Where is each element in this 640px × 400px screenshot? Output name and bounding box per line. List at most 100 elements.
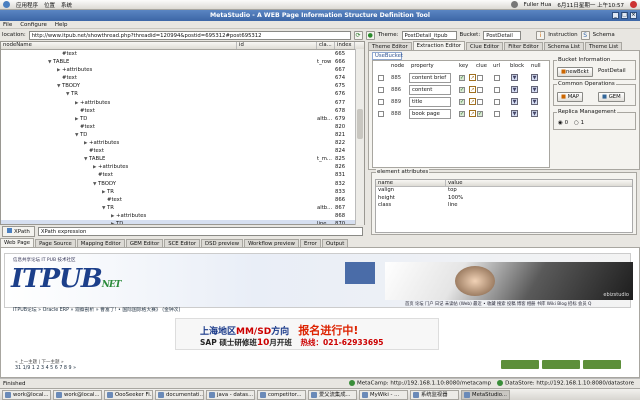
- top-menu-2[interactable]: 系统: [61, 1, 72, 9]
- property-field[interactable]: content brief: [409, 73, 451, 83]
- tree-node[interactable]: #text: [75, 123, 95, 131]
- top-menu-0[interactable]: 应用程序: [16, 1, 38, 9]
- site-nav[interactable]: 首页 论坛 门户 日记 未读帖 (Web) 最近 • 收藏 搜索 投稿 博客 相…: [405, 301, 591, 307]
- breadcrumb[interactable]: ITPUB论坛 » Oracle ERP » 观察剖析 » 曹富了! • 国际国…: [13, 306, 180, 313]
- tab-web-page[interactable]: Web Page: [0, 238, 35, 247]
- col-nodename[interactable]: nodeName: [1, 42, 237, 49]
- tree-row[interactable]: #text 824: [1, 147, 364, 155]
- attribute-row[interactable]: valign top: [376, 187, 632, 195]
- taskbar-item[interactable]: OooSeeker Fi...: [104, 389, 153, 400]
- tree-row[interactable]: #text 674: [1, 74, 364, 82]
- key-checkbox[interactable]: ✓: [459, 75, 465, 81]
- tree-row[interactable]: ▼ TBODY 675: [1, 82, 364, 90]
- block-icon[interactable]: ▼: [511, 110, 518, 117]
- url-checkbox[interactable]: [494, 87, 500, 93]
- menu-file[interactable]: File: [3, 22, 12, 28]
- tree-row[interactable]: ▶ +attributes 822: [1, 139, 364, 147]
- go-icon[interactable]: ⟳: [353, 30, 363, 40]
- null-icon[interactable]: ▼: [531, 86, 538, 93]
- row-checkbox[interactable]: [378, 75, 384, 81]
- key-checkbox[interactable]: ✓: [459, 99, 465, 105]
- tab-theme-editor[interactable]: Theme Editor: [368, 42, 412, 50]
- tab-theme-list[interactable]: Theme List: [584, 42, 623, 50]
- url-checkbox[interactable]: [494, 111, 500, 117]
- xpath-input[interactable]: XPath expression: [37, 226, 363, 236]
- menu-configure[interactable]: Configure: [20, 22, 47, 28]
- tree-row[interactable]: ▶ TR 833: [1, 188, 364, 196]
- tree-node[interactable]: #text: [75, 107, 95, 115]
- tree-row[interactable]: ▼ TBODY 832: [1, 180, 364, 188]
- tab-gem-editor[interactable]: GEM Editor: [125, 239, 164, 247]
- null-icon[interactable]: ▼: [531, 74, 538, 81]
- tree-row[interactable]: ▼ TD 821: [1, 131, 364, 139]
- schema-icon[interactable]: S: [580, 30, 590, 40]
- instruction-icon[interactable]: i: [536, 30, 546, 40]
- tree-row[interactable]: #text 820: [1, 123, 364, 131]
- tree-node[interactable]: #text: [84, 147, 104, 155]
- stop-icon[interactable]: ●: [365, 30, 375, 40]
- taskbar-item[interactable]: MyWiki - ...: [359, 389, 408, 400]
- clue-checkbox[interactable]: [477, 75, 483, 81]
- thread-nav[interactable]: « 上一主题 | 下一主题 »: [15, 359, 64, 365]
- bucket-field[interactable]: PostDetail: [483, 30, 522, 40]
- tree-row[interactable]: ▼ TR 676: [1, 90, 364, 98]
- tree-node[interactable]: #text: [57, 74, 77, 82]
- tree-row[interactable]: ▶ +attributes 826: [1, 163, 364, 171]
- tree-node[interactable]: #text: [57, 50, 77, 58]
- tree-scrollbar[interactable]: [355, 49, 364, 225]
- site-logo[interactable]: ITPUBNET: [11, 264, 122, 294]
- taskbar-item[interactable]: 系统监视器: [410, 389, 459, 400]
- clue-checkbox[interactable]: [477, 87, 483, 93]
- url-checkbox[interactable]: [494, 75, 500, 81]
- clue-checkbox[interactable]: [477, 99, 483, 105]
- new-bucket-button[interactable]: ■newBckt: [557, 67, 593, 77]
- tab-output[interactable]: Output: [321, 239, 349, 247]
- url-input[interactable]: http://www.itpub.net/showthread.php?thre…: [28, 30, 351, 40]
- col-id[interactable]: id: [237, 42, 317, 49]
- null-icon[interactable]: ▼: [531, 98, 538, 105]
- null-icon[interactable]: ▼: [531, 110, 538, 117]
- taskbar-item[interactable]: java - datas...: [206, 389, 255, 400]
- reply-button[interactable]: [542, 360, 580, 369]
- key-checkbox[interactable]: ✓: [459, 111, 465, 117]
- block-icon[interactable]: ▼: [511, 98, 518, 105]
- tab-workflow-preview[interactable]: Workflow preview: [244, 239, 300, 247]
- maximize-icon[interactable]: □: [621, 12, 628, 19]
- taskbar-item[interactable]: competitor...: [257, 389, 306, 400]
- tree-row[interactable]: ▼ TABLE t_m... 825: [1, 155, 364, 163]
- ad-banner[interactable]: 上海地区MM/SD方向 报名进行中! SAP 硕士研修班10月开班 热线：021…: [175, 318, 439, 350]
- tab-sce-editor[interactable]: SCE Editor: [164, 239, 201, 247]
- attribute-row[interactable]: height 100%: [376, 195, 632, 203]
- attr-col-value[interactable]: value: [446, 180, 462, 186]
- tab-page-source[interactable]: Page Source: [35, 239, 76, 247]
- banner-image[interactable]: ebizstudio: [385, 262, 633, 300]
- replica-radio-0[interactable]: ◉ 0: [558, 120, 568, 126]
- user-name[interactable]: Fuller Hua: [524, 2, 552, 8]
- clock[interactable]: 6月11日星期一 上午10:57: [557, 1, 624, 9]
- url-checkbox[interactable]: [494, 99, 500, 105]
- row-checkbox[interactable]: [378, 87, 384, 93]
- tree-row[interactable]: ▼ TR altb... 867: [1, 204, 364, 212]
- tree-row[interactable]: ▶ +attributes 667: [1, 66, 364, 74]
- power-icon[interactable]: [630, 1, 637, 8]
- scroll-thumb[interactable]: [357, 109, 363, 139]
- tree-row[interactable]: #text 866: [1, 196, 364, 204]
- link-icon[interactable]: ↗: [469, 74, 476, 81]
- tab-extraction-editor[interactable]: Extraction Editor: [412, 41, 466, 50]
- property-field[interactable]: book page: [409, 109, 451, 119]
- tree-row[interactable]: ▼ TABLE t_row 666: [1, 58, 364, 66]
- xpath-button[interactable]: XPath: [2, 225, 35, 237]
- close-icon[interactable]: ×: [630, 12, 637, 19]
- attribute-row[interactable]: class line: [376, 202, 632, 210]
- tree-row[interactable]: #text 678: [1, 107, 364, 115]
- taskbar-item[interactable]: work@local...: [2, 389, 51, 400]
- gem-button[interactable]: ■ GEM: [598, 92, 625, 102]
- taskbar-item[interactable]: work@local...: [53, 389, 102, 400]
- property-field[interactable]: content: [409, 85, 451, 95]
- tab-dsd-preview[interactable]: DSD preview: [201, 239, 244, 247]
- link-icon[interactable]: ↗: [469, 110, 476, 117]
- replica-radio-1[interactable]: ○ 1: [574, 120, 584, 126]
- new-post-button[interactable]: [501, 360, 539, 369]
- new-poll-button[interactable]: [583, 360, 621, 369]
- property-field[interactable]: title: [409, 97, 451, 107]
